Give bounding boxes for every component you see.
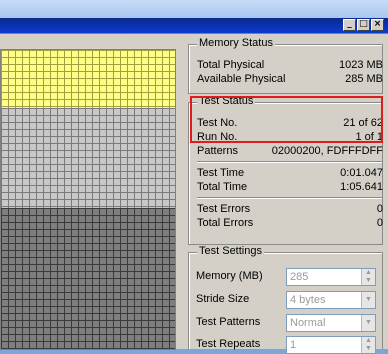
total-time-label: Total Time: [197, 181, 248, 193]
total-physical-value: 1023 MB: [338, 59, 383, 71]
memory-status-group: Memory Status Total Physical 1023 MB Ava…: [188, 37, 383, 94]
test-repeats-value: 1: [290, 339, 297, 351]
test-time-label: Test Time: [197, 167, 245, 179]
stride-size-select[interactable]: 4 bytes ▼: [286, 291, 376, 309]
test-patterns-label: Test Patterns: [196, 316, 261, 328]
maximize-button[interactable]: □: [357, 19, 370, 31]
total-physical-label: Total Physical: [197, 59, 265, 71]
patterns-value: 02000200, FDFFFDFF: [271, 145, 383, 157]
memory-mb-label: Memory (MB): [196, 270, 263, 282]
total-time-value: 1:05.641: [340, 181, 383, 193]
stride-size-value: 4 bytes: [290, 294, 326, 306]
total-physical-row: Total Physical 1023 MB: [197, 59, 383, 72]
test-patterns-value: Normal: [290, 317, 326, 329]
available-physical-value: 285 MB: [345, 73, 383, 85]
total-errors-value: 0: [376, 217, 383, 229]
memory-map-untested-region: [1, 208, 175, 349]
memory-status-title: Memory Status: [197, 37, 275, 49]
spinner-arrows-icon[interactable]: ▲ ▼: [361, 269, 375, 285]
status-separator: [197, 161, 382, 163]
test-repeats-label: Test Repeats: [196, 338, 261, 350]
total-time-row: Total Time 1:05.641: [197, 181, 383, 194]
stride-size-label: Stride Size: [196, 293, 250, 305]
total-errors-row: Total Errors 0: [197, 217, 383, 230]
test-errors-label: Test Errors: [197, 203, 251, 215]
total-errors-label: Total Errors: [197, 217, 254, 229]
memory-map-grid: [0, 49, 176, 350]
available-physical-label: Available Physical: [197, 73, 286, 85]
window-titlebar: _ □ ×: [0, 0, 388, 33]
patterns-label: Patterns: [197, 145, 238, 157]
memory-map-pending-region: [1, 108, 175, 208]
test-time-value: 0:01.047: [340, 167, 383, 179]
memory-mb-value: 285: [290, 271, 309, 283]
test-errors-row: Test Errors 0: [197, 203, 383, 216]
status-separator: [197, 197, 382, 199]
test-settings-title: Test Settings: [197, 245, 264, 257]
test-time-row: Test Time 0:01.047: [197, 167, 383, 180]
test-errors-value: 0: [376, 203, 383, 215]
test-repeats-spinner[interactable]: 1 ▲ ▼: [286, 336, 376, 354]
chevron-down-icon[interactable]: ▼: [361, 292, 375, 308]
memory-mb-spinner[interactable]: 285 ▲ ▼: [286, 268, 376, 286]
minimize-button[interactable]: _: [343, 19, 356, 31]
close-button[interactable]: ×: [371, 19, 384, 31]
chevron-down-icon[interactable]: ▼: [361, 315, 375, 331]
spinner-arrows-icon[interactable]: ▲ ▼: [361, 337, 375, 353]
available-physical-row: Available Physical 285 MB: [197, 73, 383, 86]
test-patterns-select[interactable]: Normal ▼: [286, 314, 376, 332]
patterns-row: Patterns 02000200, FDFFFDFF: [197, 145, 383, 158]
memory-map-tested-region: [1, 50, 175, 108]
test-no-highlight-box: [190, 96, 383, 143]
titlebar-strip: [0, 18, 388, 33]
